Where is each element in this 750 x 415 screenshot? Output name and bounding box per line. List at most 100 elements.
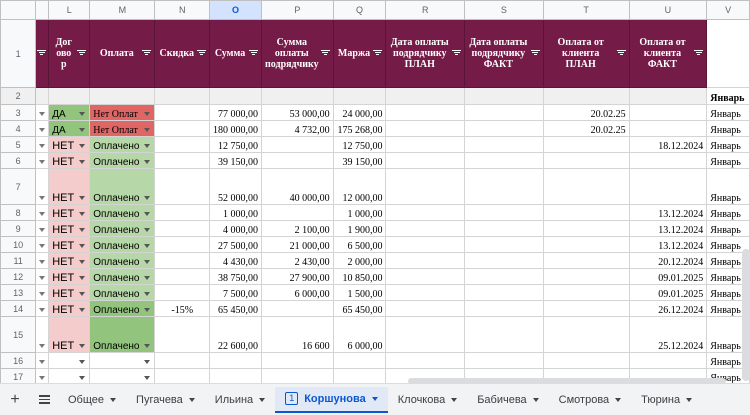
cell[interactable] [385, 87, 466, 105]
row-number[interactable]: 14 [0, 300, 37, 317]
select-all-corner[interactable] [0, 0, 37, 20]
cell-u[interactable]: 18.12.2024 [628, 136, 708, 153]
cell-o[interactable]: 22 600,00 [209, 316, 263, 353]
cell-o[interactable]: 65 450,00 [209, 300, 263, 317]
cell-o[interactable]: 12 750,00 [209, 136, 263, 153]
cell-m-dropdown[interactable]: Нет Оплат [89, 104, 156, 121]
cell-u[interactable]: 09.01.2025 [628, 268, 708, 285]
cell-n[interactable] [154, 352, 211, 369]
cell-l-dropdown[interactable]: НЕТ [48, 252, 91, 269]
cell-n[interactable] [154, 104, 211, 121]
cell-p[interactable] [261, 352, 334, 369]
dropdown-caret-icon[interactable] [39, 228, 46, 232]
cell-s[interactable] [464, 268, 544, 285]
cell[interactable] [542, 87, 630, 105]
dropdown-caret-icon[interactable] [79, 308, 86, 312]
filter-icon[interactable] [37, 49, 47, 58]
cell-q[interactable]: 10 850,00 [332, 268, 387, 285]
cell-k-dropdown[interactable] [35, 152, 50, 169]
column-header-v[interactable]: V [706, 0, 750, 20]
cell-l-dropdown[interactable]: НЕТ [48, 152, 91, 169]
dropdown-caret-icon[interactable] [39, 212, 46, 216]
cell-m-dropdown[interactable]: Нет Оплат [89, 120, 156, 137]
dropdown-caret-icon[interactable] [144, 228, 151, 232]
cell-t[interactable]: 20.02.25 [542, 120, 630, 137]
cell-n[interactable] [154, 168, 211, 205]
cell[interactable] [261, 87, 334, 105]
cell-t[interactable] [542, 152, 630, 169]
cell-l-dropdown[interactable]: НЕТ [48, 236, 91, 253]
cell-q[interactable] [332, 352, 387, 369]
row-number[interactable]: 11 [0, 252, 37, 269]
filter-icon[interactable] [197, 49, 207, 58]
cell-q[interactable]: 6 000,00 [332, 316, 387, 353]
cell-k-dropdown[interactable] [35, 236, 50, 253]
cell-u[interactable]: 13.12.2024 [628, 236, 708, 253]
cell-m-dropdown[interactable]: Оплачено [89, 136, 156, 153]
row-number[interactable]: 17 [0, 368, 37, 383]
dropdown-caret-icon[interactable] [39, 160, 46, 164]
cell-v[interactable]: Январь [706, 152, 750, 169]
cell-t[interactable] [542, 136, 630, 153]
row-number[interactable]: 6 [0, 152, 37, 169]
cell-t[interactable] [542, 352, 630, 369]
dropdown-caret-icon[interactable] [39, 308, 46, 312]
cell-s[interactable] [464, 236, 544, 253]
dropdown-caret-icon[interactable] [79, 360, 86, 364]
filter-icon[interactable] [142, 49, 152, 58]
dropdown-caret-icon[interactable] [39, 344, 46, 348]
cell-m-dropdown[interactable]: Оплачено [89, 168, 156, 205]
row-number[interactable]: 2 [0, 87, 37, 105]
dropdown-caret-icon[interactable] [39, 112, 46, 116]
dropdown-caret-icon[interactable] [144, 128, 151, 132]
chevron-down-icon[interactable] [532, 397, 539, 402]
cell-s[interactable] [464, 284, 544, 301]
cell-n[interactable] [154, 136, 211, 153]
cell-k-dropdown[interactable] [35, 352, 50, 369]
column-header-p[interactable]: P [261, 0, 334, 20]
dropdown-caret-icon[interactable] [79, 376, 86, 380]
cell-l-dropdown[interactable]: НЕТ [48, 220, 91, 237]
cell-s[interactable] [464, 316, 544, 353]
cell-p[interactable] [261, 136, 334, 153]
cell[interactable] [89, 87, 156, 105]
column-header-o[interactable]: O [209, 0, 263, 20]
vertical-scrollbar[interactable] [742, 249, 750, 381]
tab-7[interactable]: Смотрова [549, 387, 632, 413]
dropdown-caret-icon[interactable] [79, 228, 86, 232]
cell-v[interactable]: Январь [706, 87, 750, 105]
filter-icon[interactable] [530, 49, 540, 58]
cell-u[interactable]: 13.12.2024 [628, 220, 708, 237]
cell-q[interactable]: 12 750,00 [332, 136, 387, 153]
cell[interactable] [464, 87, 544, 105]
cell-m-dropdown[interactable]: Оплачено [89, 284, 156, 301]
cell-r[interactable] [385, 316, 466, 353]
cell-r[interactable] [385, 204, 466, 221]
cell-m-dropdown[interactable]: Оплачено [89, 316, 156, 353]
cell-q[interactable]: 39 150,00 [332, 152, 387, 169]
cell-l-dropdown[interactable] [48, 352, 91, 369]
dropdown-caret-icon[interactable] [144, 360, 151, 364]
dropdown-caret-icon[interactable] [79, 292, 86, 296]
cell-o[interactable]: 38 750,00 [209, 268, 263, 285]
header-k-filter[interactable] [35, 19, 50, 88]
cell-n[interactable] [154, 204, 211, 221]
cell-l-dropdown[interactable]: НЕТ [48, 168, 91, 205]
cell-p[interactable]: 2 430,00 [261, 252, 334, 269]
cell-n[interactable] [154, 120, 211, 137]
cell-s[interactable] [464, 220, 544, 237]
cell-q[interactable]: 1 000,00 [332, 204, 387, 221]
cell-n[interactable] [154, 252, 211, 269]
dropdown-caret-icon[interactable] [144, 244, 151, 248]
dropdown-caret-icon[interactable] [144, 212, 151, 216]
tab-6[interactable]: Бабичева [467, 387, 548, 413]
chevron-down-icon[interactable] [110, 397, 117, 402]
dropdown-caret-icon[interactable] [39, 276, 46, 280]
cell-q[interactable]: 12 000,00 [332, 168, 387, 205]
tab-5[interactable]: Клочкова [388, 387, 467, 413]
cell-r[interactable] [385, 284, 466, 301]
cell-q[interactable]: 1 900,00 [332, 220, 387, 237]
cell-q[interactable] [332, 368, 387, 383]
cell-u[interactable] [628, 168, 708, 205]
row-number[interactable]: 4 [0, 120, 37, 137]
